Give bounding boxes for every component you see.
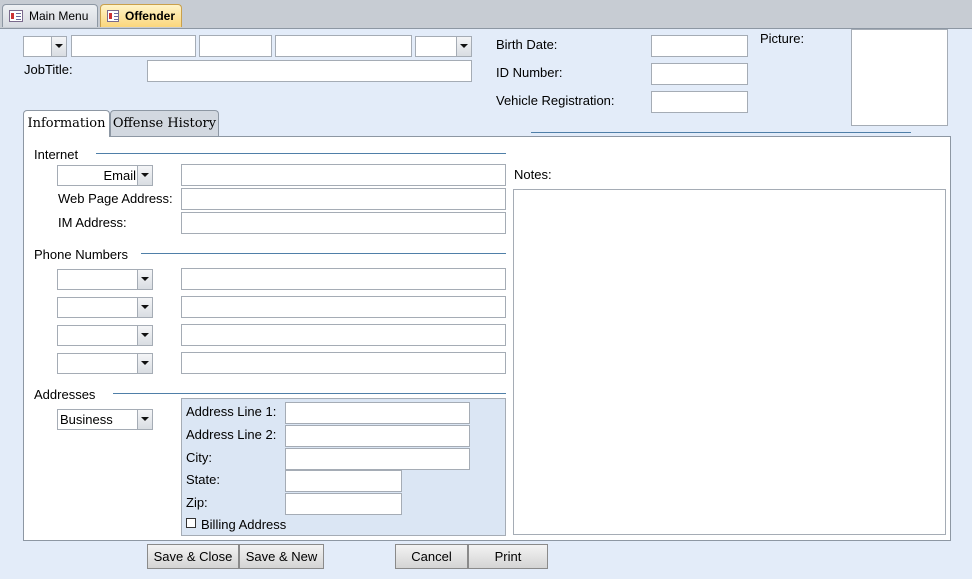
phone-type-combo[interactable] [57,269,153,290]
notes-input[interactable] [513,189,946,535]
birth-date-input[interactable] [651,35,748,57]
state-label: State: [186,472,220,487]
middle-name-input[interactable] [199,35,272,57]
id-number-input[interactable] [651,63,748,85]
job-title-label: JobTitle: [24,62,73,77]
address-line1-label: Address Line 1: [186,404,277,419]
address-type-value: Business [60,412,113,427]
divider [531,132,911,133]
notes-label: Notes: [514,167,552,182]
tab-offender-label: Offender [124,9,175,23]
billing-address-checkbox[interactable] [186,518,196,528]
phone-input[interactable] [181,296,506,318]
chevron-down-icon[interactable] [137,298,152,317]
web-page-input[interactable] [181,188,506,210]
tab-offense-history[interactable]: Offense History [110,110,219,136]
vehicle-registration-label: Vehicle Registration: [496,93,615,108]
chevron-down-icon[interactable] [137,354,152,373]
phone-type-combo[interactable] [57,353,153,374]
title-combo[interactable] [23,36,67,57]
email-input[interactable] [181,164,506,186]
phone-type-combo[interactable] [57,325,153,346]
birth-date-label: Birth Date: [496,37,558,52]
web-page-label: Web Page Address: [58,191,173,206]
save-new-button[interactable]: Save & New [239,544,324,569]
print-button[interactable]: Print [468,544,548,569]
city-label: City: [186,450,212,465]
form-icon [107,10,119,22]
chevron-down-icon[interactable] [137,410,152,429]
first-name-input[interactable] [71,35,196,57]
suffix-combo[interactable] [415,36,472,57]
im-address-label: IM Address: [58,215,127,230]
phone-input[interactable] [181,324,506,346]
tab-main-menu[interactable]: Main Menu [2,4,98,27]
phone-input[interactable] [181,352,506,374]
addresses-section-label: Addresses [34,387,96,402]
form-icon [9,10,23,22]
tab-information[interactable]: Information [23,110,110,137]
job-title-input[interactable] [147,60,472,82]
chevron-down-icon[interactable] [137,166,152,185]
state-input[interactable] [285,470,402,492]
save-close-button[interactable]: Save & Close [147,544,239,569]
phone-type-combo[interactable] [57,297,153,318]
phone-section-label: Phone Numbers [34,247,128,262]
im-address-input[interactable] [181,212,506,234]
chevron-down-icon[interactable] [51,37,66,56]
chevron-down-icon[interactable] [137,326,152,345]
cancel-button[interactable]: Cancel [395,544,468,569]
tab-offender[interactable]: Offender [100,4,182,27]
address-line1-input[interactable] [285,402,470,424]
address-type-combo[interactable]: Business [57,409,153,430]
picture-label: Picture: [760,31,805,46]
divider [96,153,506,154]
zip-input[interactable] [285,493,402,515]
chevron-down-icon[interactable] [137,270,152,289]
last-name-input[interactable] [275,35,412,57]
address-line2-input[interactable] [285,425,470,447]
zip-label: Zip: [186,495,208,510]
phone-input[interactable] [181,268,506,290]
city-input[interactable] [285,448,470,470]
billing-address-label: Billing Address [201,517,287,532]
tab-main-menu-label: Main Menu [29,9,89,23]
internet-section-label: Internet [34,147,79,162]
address-line2-label: Address Line 2: [186,427,277,442]
email-type-value: Email [103,168,136,183]
divider [113,393,506,394]
divider [141,253,506,254]
email-type-combo[interactable]: Email [57,165,153,186]
id-number-label: ID Number: [496,65,563,80]
picture-frame[interactable] [851,29,948,126]
chevron-down-icon[interactable] [456,37,471,56]
vehicle-registration-input[interactable] [651,91,748,113]
